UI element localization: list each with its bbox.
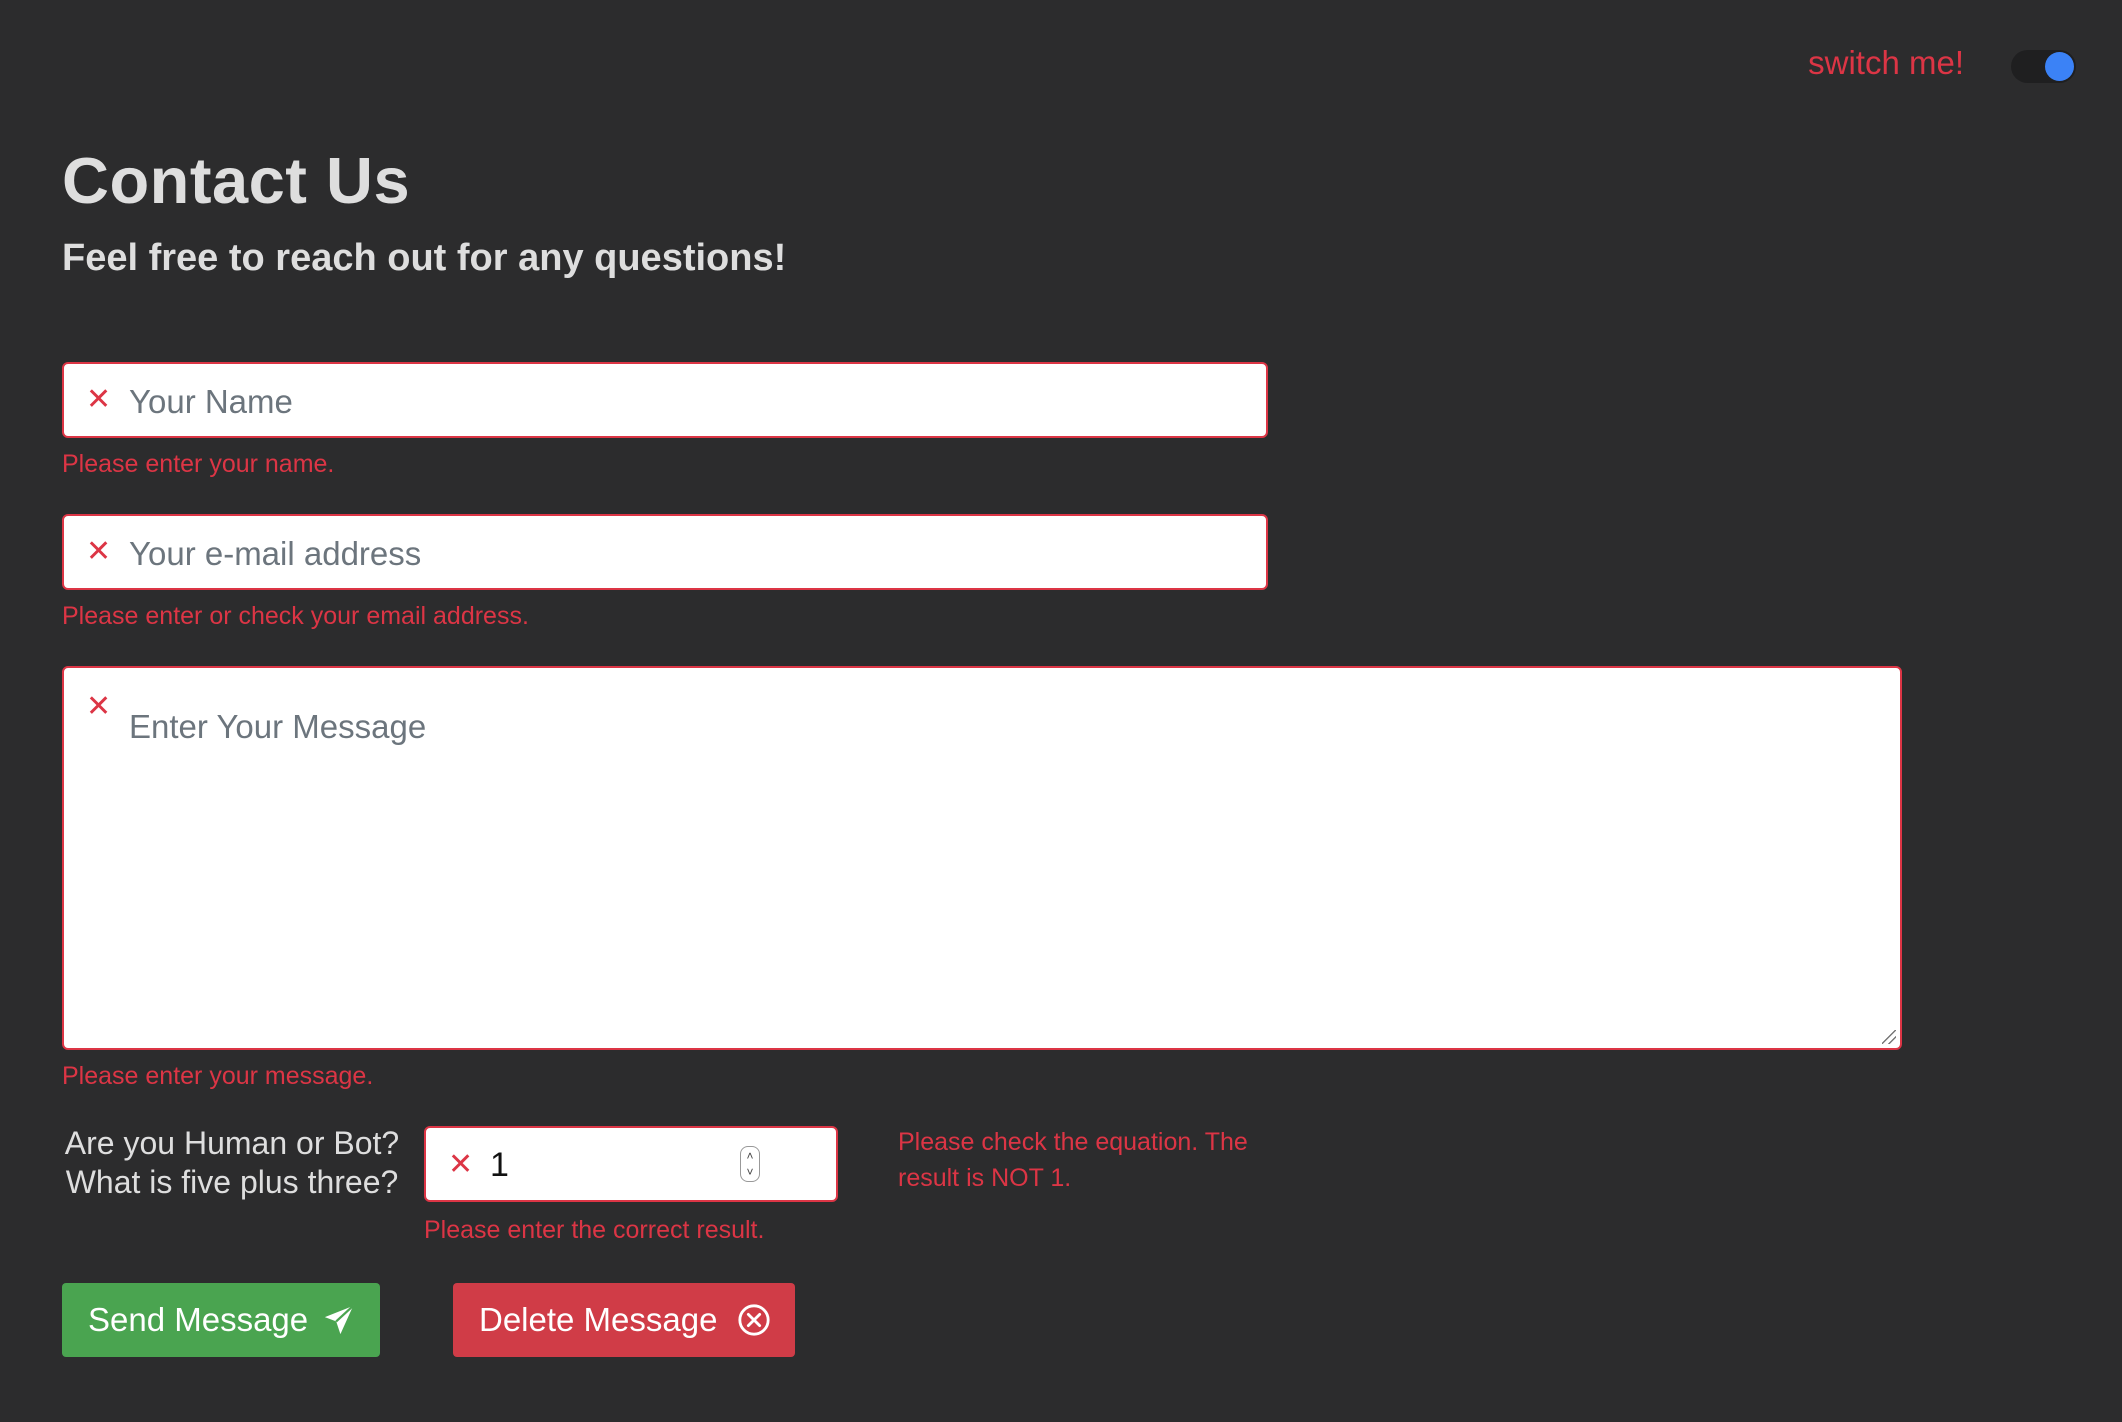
captcha-number-input[interactable]: ✕ 1 ˄ ˅ xyxy=(424,1126,838,1202)
page-title: Contact Us xyxy=(62,144,411,217)
captcha-error: Please enter the correct result. xyxy=(424,1216,765,1244)
chevron-down-icon[interactable]: ˅ xyxy=(744,1166,756,1178)
name-placeholder: Your Name xyxy=(129,383,293,420)
toggle-knob[interactable] xyxy=(2045,52,2074,81)
equation-error: Please check the equation. The result is… xyxy=(898,1128,1248,1192)
email-placeholder: Your e-mail address xyxy=(129,535,422,572)
delete-button-label: Delete Message xyxy=(479,1301,718,1338)
delete-message-button[interactable]: Delete Message xyxy=(453,1283,795,1357)
contact-page: switch me! Contact Us Feel free to reach… xyxy=(0,0,2122,1422)
email-field[interactable]: ✕ Your e-mail address xyxy=(62,514,1268,590)
page-subtitle: Feel free to reach out for any questions… xyxy=(62,237,787,279)
name-error: Please enter your name. xyxy=(62,450,335,478)
switch-label: switch me! xyxy=(1808,44,1964,81)
captcha-question: Are you Human or Bot? What is five plus … xyxy=(62,1124,402,1202)
send-button-label: Send Message xyxy=(88,1301,309,1338)
email-error: Please enter or check your email address… xyxy=(62,602,529,630)
message-textarea[interactable]: ✕ Enter Your Message xyxy=(62,666,1902,1050)
resize-handle[interactable] xyxy=(1882,1030,1896,1044)
send-message-button[interactable]: Send Message xyxy=(62,1283,380,1357)
captcha-question-line1: Are you Human or Bot? xyxy=(64,1125,400,1161)
invalid-x-icon: ✕ xyxy=(86,535,112,568)
invalid-x-icon: ✕ xyxy=(86,383,112,416)
name-field[interactable]: ✕ Your Name xyxy=(62,362,1268,438)
captcha-value: 1 xyxy=(490,1146,509,1184)
message-placeholder: Enter Your Message xyxy=(129,708,427,745)
invalid-x-icon: ✕ xyxy=(448,1148,474,1181)
number-spinner[interactable]: ˄ ˅ xyxy=(740,1146,760,1182)
paper-plane-icon xyxy=(324,1304,354,1335)
invalid-x-icon: ✕ xyxy=(86,690,112,723)
message-error: Please enter your message. xyxy=(62,1062,374,1090)
theme-toggle[interactable] xyxy=(2011,50,2076,83)
circle-x-icon xyxy=(738,1304,770,1336)
chevron-up-icon[interactable]: ˄ xyxy=(744,1150,756,1162)
captcha-question-line2: What is five plus three? xyxy=(65,1164,399,1200)
